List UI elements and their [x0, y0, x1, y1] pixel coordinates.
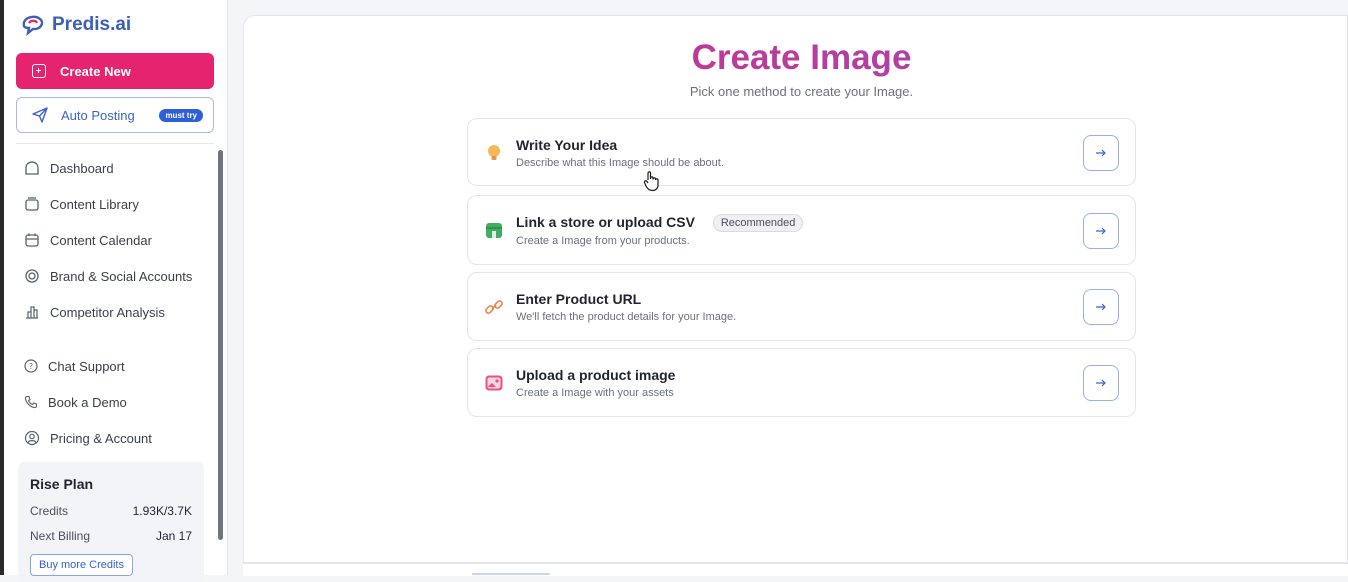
arrow-right-icon: [1096, 227, 1106, 235]
sidebar-item-book-demo[interactable]: Book a Demo: [24, 384, 214, 420]
arrow-right-button[interactable]: [1083, 213, 1119, 249]
plus-icon: [32, 64, 46, 78]
recommended-badge: Recommended: [712, 214, 804, 232]
option-link-store[interactable]: Link a store or upload CSV Recommended C…: [467, 195, 1136, 265]
phone-icon: [24, 395, 38, 409]
home-icon: [25, 161, 39, 175]
arrow-right-button[interactable]: [1083, 365, 1119, 401]
auto-posting-button[interactable]: Auto Posting must try: [16, 97, 214, 133]
sidebar-item-content-library[interactable]: Content Library: [24, 186, 214, 222]
option-description: Create a Image from your products.: [516, 235, 690, 247]
lightbulb-icon: [488, 145, 500, 160]
option-title-wrap: Link a store or upload CSV Recommended: [516, 214, 804, 232]
predis-logo-icon: [22, 15, 44, 36]
credits-value: 1.93K/3.7K: [132, 504, 192, 518]
create-new-label: Create New: [60, 63, 131, 79]
send-icon: [32, 107, 48, 123]
sidebar-item-pricing-account[interactable]: Pricing & Account: [24, 420, 214, 456]
page-title: Create Image: [243, 38, 1348, 78]
user-icon: [24, 430, 40, 446]
sidebar-item-label: Chat Support: [48, 358, 125, 374]
sidebar-nav: Dashboard Content Library Content Calend…: [24, 150, 214, 456]
chart-icon: [26, 306, 38, 319]
option-description: We'll fetch the product details for your…: [516, 311, 737, 323]
sidebar-item-label: Content Library: [50, 196, 139, 212]
arrow-right-button[interactable]: [1083, 135, 1119, 171]
store-icon: [486, 223, 502, 238]
arrow-right-icon: [1096, 303, 1106, 311]
option-description: Describe what this Image should be about…: [516, 157, 724, 169]
option-product-url[interactable]: Enter Product URL We'll fetch the produc…: [467, 272, 1136, 341]
brand-icon: [25, 269, 39, 283]
option-description: Create a Image with your assets: [516, 387, 674, 399]
billing-row: Next Billing Jan 17: [30, 529, 192, 543]
credits-row: Credits 1.93K/3.7K: [30, 504, 192, 518]
billing-label: Next Billing: [30, 529, 91, 543]
sidebar-item-content-calendar[interactable]: Content Calendar: [24, 222, 214, 258]
link-icon: [485, 300, 503, 314]
sidebar-item-label: Book a Demo: [48, 394, 127, 410]
option-title: Enter Product URL: [516, 291, 642, 307]
option-write-idea[interactable]: Write Your Idea Describe what this Image…: [467, 118, 1136, 186]
option-title: Link a store or upload CSV: [516, 214, 695, 230]
credits-label: Credits: [30, 504, 69, 518]
page-subtitle: Pick one method to create your Image.: [689, 84, 914, 99]
calendar-icon: [25, 233, 39, 247]
sidebar-item-label: Content Calendar: [50, 232, 152, 248]
sidebar-scrollbar[interactable]: [218, 150, 223, 540]
arrow-right-button[interactable]: [1083, 289, 1119, 325]
sidebar-item-label: Pricing & Account: [50, 430, 152, 446]
sidebar: Predis.ai Create New Auto Posting must t…: [4, 0, 228, 582]
sidebar-item-competitor-analysis[interactable]: Competitor Analysis: [24, 294, 214, 330]
sidebar-item-dashboard[interactable]: Dashboard: [24, 150, 214, 186]
sidebar-item-brand-social[interactable]: Brand & Social Accounts: [24, 258, 214, 294]
bottom-panel: [243, 563, 1348, 576]
option-title: Write Your Idea: [516, 137, 618, 153]
brand-name: Predis.ai: [52, 14, 132, 35]
sidebar-item-chat-support[interactable]: ? Chat Support: [24, 348, 214, 384]
hand-cursor-icon: [643, 171, 659, 192]
divider: [16, 143, 214, 144]
image-icon: [485, 375, 503, 391]
logo[interactable]: Predis.ai: [20, 14, 131, 36]
library-icon: [25, 197, 39, 211]
plan-name: Rise Plan: [30, 476, 94, 492]
must-try-badge: must try: [159, 108, 203, 122]
arrow-right-icon: [1096, 149, 1106, 157]
auto-posting-label: Auto Posting: [61, 107, 135, 123]
sidebar-item-label: Dashboard: [50, 160, 114, 176]
sidebar-item-label: Competitor Analysis: [50, 304, 165, 320]
create-new-button[interactable]: Create New: [16, 53, 214, 89]
help-icon: ?: [24, 359, 38, 373]
arrow-right-icon: [1096, 379, 1106, 387]
option-upload-image[interactable]: Upload a product image Create a Image wi…: [467, 348, 1136, 417]
billing-value: Jan 17: [155, 529, 192, 543]
option-title: Upload a product image: [516, 367, 676, 383]
buy-credits-button[interactable]: Buy more Credits: [30, 554, 133, 576]
plan-card: Rise Plan Credits 1.93K/3.7K Next Billin…: [18, 462, 204, 582]
svg-text:?: ?: [29, 362, 33, 371]
sidebar-item-label: Brand & Social Accounts: [50, 268, 193, 284]
